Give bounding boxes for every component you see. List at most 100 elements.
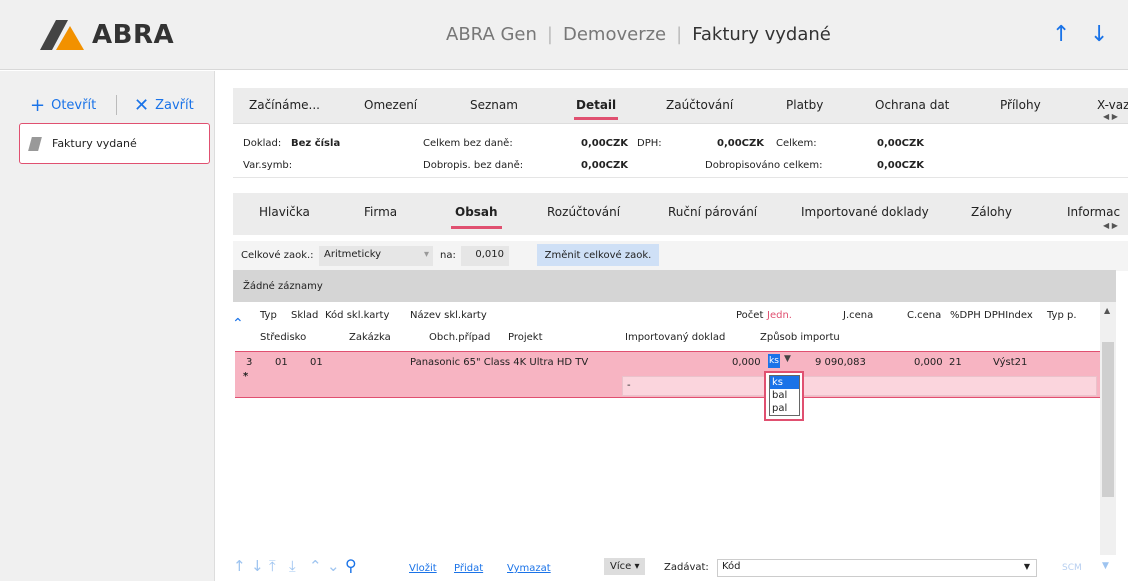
col-pocet[interactable]: Počet	[736, 310, 763, 321]
tab-informace[interactable]: Informac	[1067, 205, 1120, 219]
tabs-scroll-arrows[interactable]: ◀ ▶	[1103, 112, 1118, 121]
col-typ[interactable]: Typ	[260, 310, 277, 321]
bottom-toolbar: ↑ ↓ ⤒ ⤓ ⌃ ⌄ ⚲ Vložit Přidat Vymazat Více…	[233, 555, 1128, 581]
col-dph[interactable]: %DPH	[950, 310, 981, 321]
col-jedn[interactable]: Jedn.	[767, 310, 792, 321]
chevron-down-icon: ▼	[1023, 562, 1030, 571]
delete-link[interactable]: Vymazat	[507, 563, 551, 574]
search-icon[interactable]: ⚲	[345, 556, 357, 575]
sub-tabs: Hlavička Firma Obsah Rozúčtování Ruční p…	[233, 193, 1128, 235]
tab-ochrana-dat[interactable]: Ochrana dat	[875, 98, 949, 112]
row-subline: -	[622, 376, 1097, 396]
vertical-scrollbar[interactable]: ▲ ▼	[1100, 302, 1116, 577]
enter-mode-select[interactable]: Kód ▼	[717, 559, 1037, 577]
cell-ccena: 0,000	[914, 357, 943, 368]
cell-pocet[interactable]: 0,000	[732, 357, 761, 368]
subtabs-scroll-arrows[interactable]: ◀ ▶	[1103, 221, 1118, 230]
col-typp[interactable]: Typ p.	[1047, 310, 1077, 321]
tab-zalohy[interactable]: Zálohy	[971, 205, 1012, 219]
col-sklad[interactable]: Sklad	[291, 310, 318, 321]
cell-dph: 21	[949, 357, 962, 368]
na-label: na:	[440, 250, 456, 261]
chevron-up-icon[interactable]: ⌃	[309, 557, 322, 575]
cell-dphindex: Výst21	[993, 357, 1028, 368]
col-zpusob-importu[interactable]: Způsob importu	[760, 332, 840, 343]
col-projekt[interactable]: Projekt	[508, 332, 543, 343]
main-tabs: Začínáme... Omezení Seznam Detail Zaúčto…	[233, 88, 1128, 124]
chevron-down-icon[interactable]: ▼	[1102, 561, 1109, 571]
col-stredisko[interactable]: Středisko	[260, 332, 306, 343]
tab-zaciname[interactable]: Začínáme...	[249, 98, 320, 112]
tab-seznam[interactable]: Seznam	[470, 98, 518, 112]
last-record-icon[interactable]: ⤓	[289, 557, 296, 575]
tab-obsah[interactable]: Obsah	[451, 205, 502, 229]
rounding-bar: Celkové zaok.: Aritmeticky ▾ na: 0,010	[233, 241, 1128, 271]
rounding-label: Celkové zaok.:	[241, 250, 314, 261]
col-jcena[interactable]: J.cena	[843, 310, 873, 321]
celkem-bez-dane-value: 0,00CZK	[581, 138, 629, 149]
doklad-value: Bez čísla	[291, 138, 341, 149]
add-link[interactable]: Přidat	[454, 563, 483, 574]
doklad-label: Doklad:	[243, 138, 282, 149]
divider	[116, 95, 117, 115]
tab-rozuctovani[interactable]: Rozúčtování	[547, 205, 620, 219]
abra-logo-icon	[40, 20, 84, 50]
tab-firma[interactable]: Firma	[364, 205, 397, 219]
rounding-method-select[interactable]: Aritmeticky ▾	[319, 246, 433, 266]
col-importovany-doklad[interactable]: Importovaný doklad	[625, 332, 725, 343]
open-label: Otevřít	[51, 98, 97, 113]
change-rounding-button[interactable]: Změnit celkové zaok.	[537, 244, 659, 266]
col-zakazka[interactable]: Zakázka	[349, 332, 391, 343]
unit-option[interactable]: pal	[770, 402, 799, 415]
scroll-up-icon[interactable]: ▲	[1104, 306, 1110, 315]
dph-label: DPH:	[637, 138, 662, 149]
arrow-up-icon[interactable]: ↑	[1052, 22, 1070, 47]
unit-option[interactable]: bal	[770, 389, 799, 402]
arrow-down-icon[interactable]: ↓	[251, 557, 264, 575]
tab-omezeni[interactable]: Omezení	[364, 98, 417, 112]
chevron-down-icon[interactable]: ⌄	[327, 557, 340, 575]
cell-jcena: 9 090,083	[815, 357, 866, 368]
col-nazev[interactable]: Název skl.karty	[410, 310, 487, 321]
items-grid: ⌃ Typ Sklad Kód skl.karty Název skl.kart…	[232, 302, 1101, 567]
tab-zauctovani[interactable]: Zaúčtování	[666, 98, 733, 112]
celkem-bez-dane-label: Celkem bez daně:	[423, 138, 513, 149]
close-button[interactable]: ✕ Zavřít	[134, 95, 194, 116]
col-kod[interactable]: Kód skl.karty	[325, 310, 389, 321]
arrow-down-icon[interactable]: ↓	[1090, 22, 1108, 47]
collapse-icon[interactable]: ⌃	[232, 316, 244, 332]
unit-option[interactable]: ks	[770, 376, 799, 389]
rounding-value-input[interactable]: 0,010	[461, 246, 509, 266]
unit-select-value: ks	[768, 354, 780, 368]
tab-prilohy[interactable]: Přílohy	[1000, 98, 1041, 112]
col-obchpripad[interactable]: Obch.případ	[429, 332, 490, 343]
unit-select[interactable]: ks ▼	[768, 354, 796, 370]
unit-options-list: ks bal pal	[769, 375, 800, 416]
cell-sklad: 01	[275, 357, 288, 368]
more-button[interactable]: Více ▾	[604, 558, 646, 575]
insert-link[interactable]: Vložit	[409, 563, 437, 574]
tab-x-vaz[interactable]: X-vaz	[1097, 98, 1128, 112]
scrollbar-thumb[interactable]	[1102, 342, 1114, 497]
abra-logo: ABRA	[40, 18, 174, 52]
tab-rucni-parovani[interactable]: Ruční párování	[668, 205, 757, 219]
enter-label: Zadávat:	[664, 562, 709, 573]
close-icon: ✕	[134, 95, 150, 116]
cell-importovany-doklad: -	[627, 380, 631, 391]
col-ccena[interactable]: C.cena	[907, 310, 941, 321]
tab-hlavicka[interactable]: Hlavička	[259, 205, 310, 219]
chevron-down-icon: ▾	[423, 249, 429, 260]
tab-importovane-doklady[interactable]: Importované doklady	[801, 205, 929, 219]
title-part-app: ABRA Gen	[446, 24, 537, 45]
scm-button[interactable]: SCM	[1062, 563, 1082, 573]
col-dphindex[interactable]: DPHIndex	[984, 310, 1033, 321]
arrow-up-icon[interactable]: ↑	[233, 557, 246, 575]
tab-platby[interactable]: Platby	[786, 98, 823, 112]
cell-kod: 01	[310, 357, 323, 368]
dph-value: 0,00CZK	[717, 138, 765, 149]
chevron-down-icon: ▼	[784, 354, 791, 364]
first-record-icon[interactable]: ⤒	[269, 557, 276, 575]
doc-list-item[interactable]: Faktury vydané	[19, 123, 210, 164]
open-button[interactable]: + Otevřít	[30, 95, 96, 116]
tab-detail[interactable]: Detail	[573, 98, 619, 120]
